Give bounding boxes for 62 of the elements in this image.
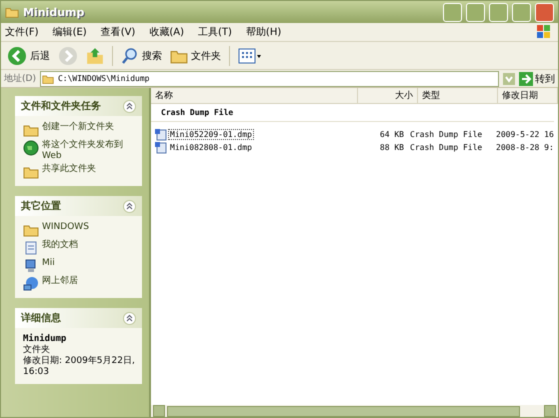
back-button[interactable]: 后退 [7,46,50,66]
forward-icon[interactable] [58,46,78,66]
go-arrow-icon [519,72,533,86]
panel-title: 文件和文件夹任务 [21,100,101,113]
folder-type: 文件夹 [23,345,51,356]
search-button[interactable]: 搜索 [121,46,162,64]
folder-name: Minidump [23,334,68,344]
menu-item[interactable]: 帮助(H) [246,25,282,39]
go-button[interactable]: 转到 [519,72,555,86]
globe-icon [23,140,39,156]
window-button[interactable] [466,2,485,22]
views-icon[interactable] [238,48,262,64]
menu-item[interactable]: 编辑(E) [52,25,87,39]
modified-date: 修改日期: 2009年5月22日, 16:03 [23,356,136,378]
task-link[interactable]: 创建一个新文件夹 [42,122,114,133]
folder-icon [5,5,19,19]
up-folder-icon[interactable] [86,46,104,64]
collapse-icon[interactable] [123,100,136,112]
address-field[interactable]: C:\WINDOWS\Minidump [40,70,499,86]
menu-item[interactable]: 工具(T) [198,25,232,39]
window-button[interactable] [443,2,462,22]
panel-title: 详细信息 [21,311,61,325]
table-cell-text: 2008-8-28 9: [495,143,555,152]
file-icon [155,142,167,154]
column-header[interactable]: 大小 [358,88,418,103]
task-link[interactable]: 将这个文件夹发布到 Web [42,140,136,162]
file-icon [155,128,167,140]
column-header[interactable]: 修改日期 [498,88,558,103]
task-link[interactable]: 共享此文件夹 [42,164,96,175]
menu-item[interactable]: 文件(F) [5,25,39,39]
scroll-right-button[interactable] [544,405,556,417]
table-cell-text: 64 KB [378,130,405,139]
document-icon [23,240,39,256]
task-link[interactable]: 网上邻居 [42,276,78,287]
table-cell-text: Crash Dump File [410,130,484,139]
folder-icon [40,72,55,84]
scroll-left-button[interactable] [153,405,165,417]
table-cell-text: Crash Dump File [410,143,484,152]
group-header: Crash Dump File [151,104,554,122]
collapse-icon[interactable] [123,200,136,212]
window-title: Minidump [23,6,86,18]
column-header[interactable]: 名称 [151,88,358,103]
menu-item[interactable]: 查看(V) [100,25,136,39]
folders-button[interactable]: 文件夹 [170,46,221,64]
task-link[interactable]: WINDOWS [42,222,89,233]
task-link[interactable]: Mii [42,258,55,269]
address-label: 地址(D) [4,72,36,85]
minimize-button[interactable] [489,2,508,22]
search-icon [121,46,139,64]
table-cell-text: 88 KB [378,143,405,152]
file-name[interactable]: Mini052209-01.dmp [168,129,254,140]
file-name[interactable]: Mini082808-01.dmp [168,142,254,153]
panel-title: 其它位置 [21,199,61,213]
dropdown-icon[interactable] [503,72,515,84]
network-icon [23,276,39,292]
table-cell-text: 2009-5-22 16 [495,130,555,139]
task-link[interactable]: 我的文档 [42,240,78,251]
column-header[interactable]: 类型 [418,88,498,103]
menu-item[interactable]: 收藏(A) [149,25,184,39]
collapse-icon[interactable] [123,312,136,324]
maximize-button[interactable] [512,2,531,22]
close-button[interactable] [535,2,554,22]
